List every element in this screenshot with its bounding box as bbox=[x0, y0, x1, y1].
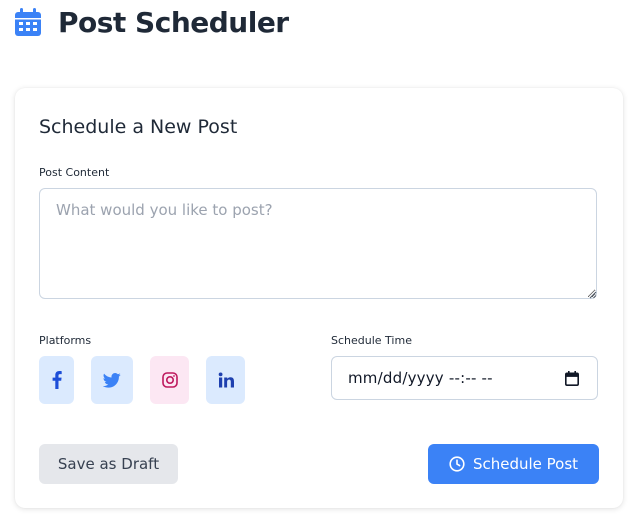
platforms-label: Platforms bbox=[39, 334, 92, 347]
clock-icon bbox=[449, 456, 465, 472]
post-content-textarea[interactable] bbox=[39, 188, 597, 299]
schedule-post-label: Schedule Post bbox=[472, 455, 579, 473]
page: Post Scheduler Schedule a New Post Post … bbox=[0, 0, 631, 526]
calendar-picker-icon[interactable] bbox=[565, 370, 579, 386]
platform-twitter-button[interactable] bbox=[91, 356, 133, 404]
instagram-icon bbox=[161, 372, 178, 388]
calendar-icon bbox=[15, 8, 41, 36]
schedule-time-value: mm/dd/yyyy --:-- -- bbox=[348, 369, 493, 387]
platform-linkedin-button[interactable] bbox=[206, 356, 245, 404]
save-draft-button[interactable]: Save as Draft bbox=[39, 444, 178, 484]
linkedin-icon bbox=[218, 372, 234, 388]
post-content-label: Post Content bbox=[39, 166, 110, 179]
facebook-icon bbox=[52, 371, 62, 389]
card-title: Schedule a New Post bbox=[39, 116, 238, 138]
app-header: Post Scheduler bbox=[14, 4, 289, 40]
schedule-post-card: Schedule a New Post Post Content Platfor… bbox=[15, 88, 623, 508]
platforms-group bbox=[39, 356, 245, 404]
schedule-post-button[interactable]: Schedule Post bbox=[428, 444, 599, 484]
platform-instagram-button[interactable] bbox=[150, 356, 189, 404]
platform-facebook-button[interactable] bbox=[39, 356, 74, 404]
schedule-time-input[interactable]: mm/dd/yyyy --:-- -- bbox=[331, 356, 598, 400]
page-title: Post Scheduler bbox=[58, 5, 289, 39]
twitter-icon bbox=[103, 372, 121, 388]
schedule-time-label: Schedule Time bbox=[331, 334, 412, 347]
